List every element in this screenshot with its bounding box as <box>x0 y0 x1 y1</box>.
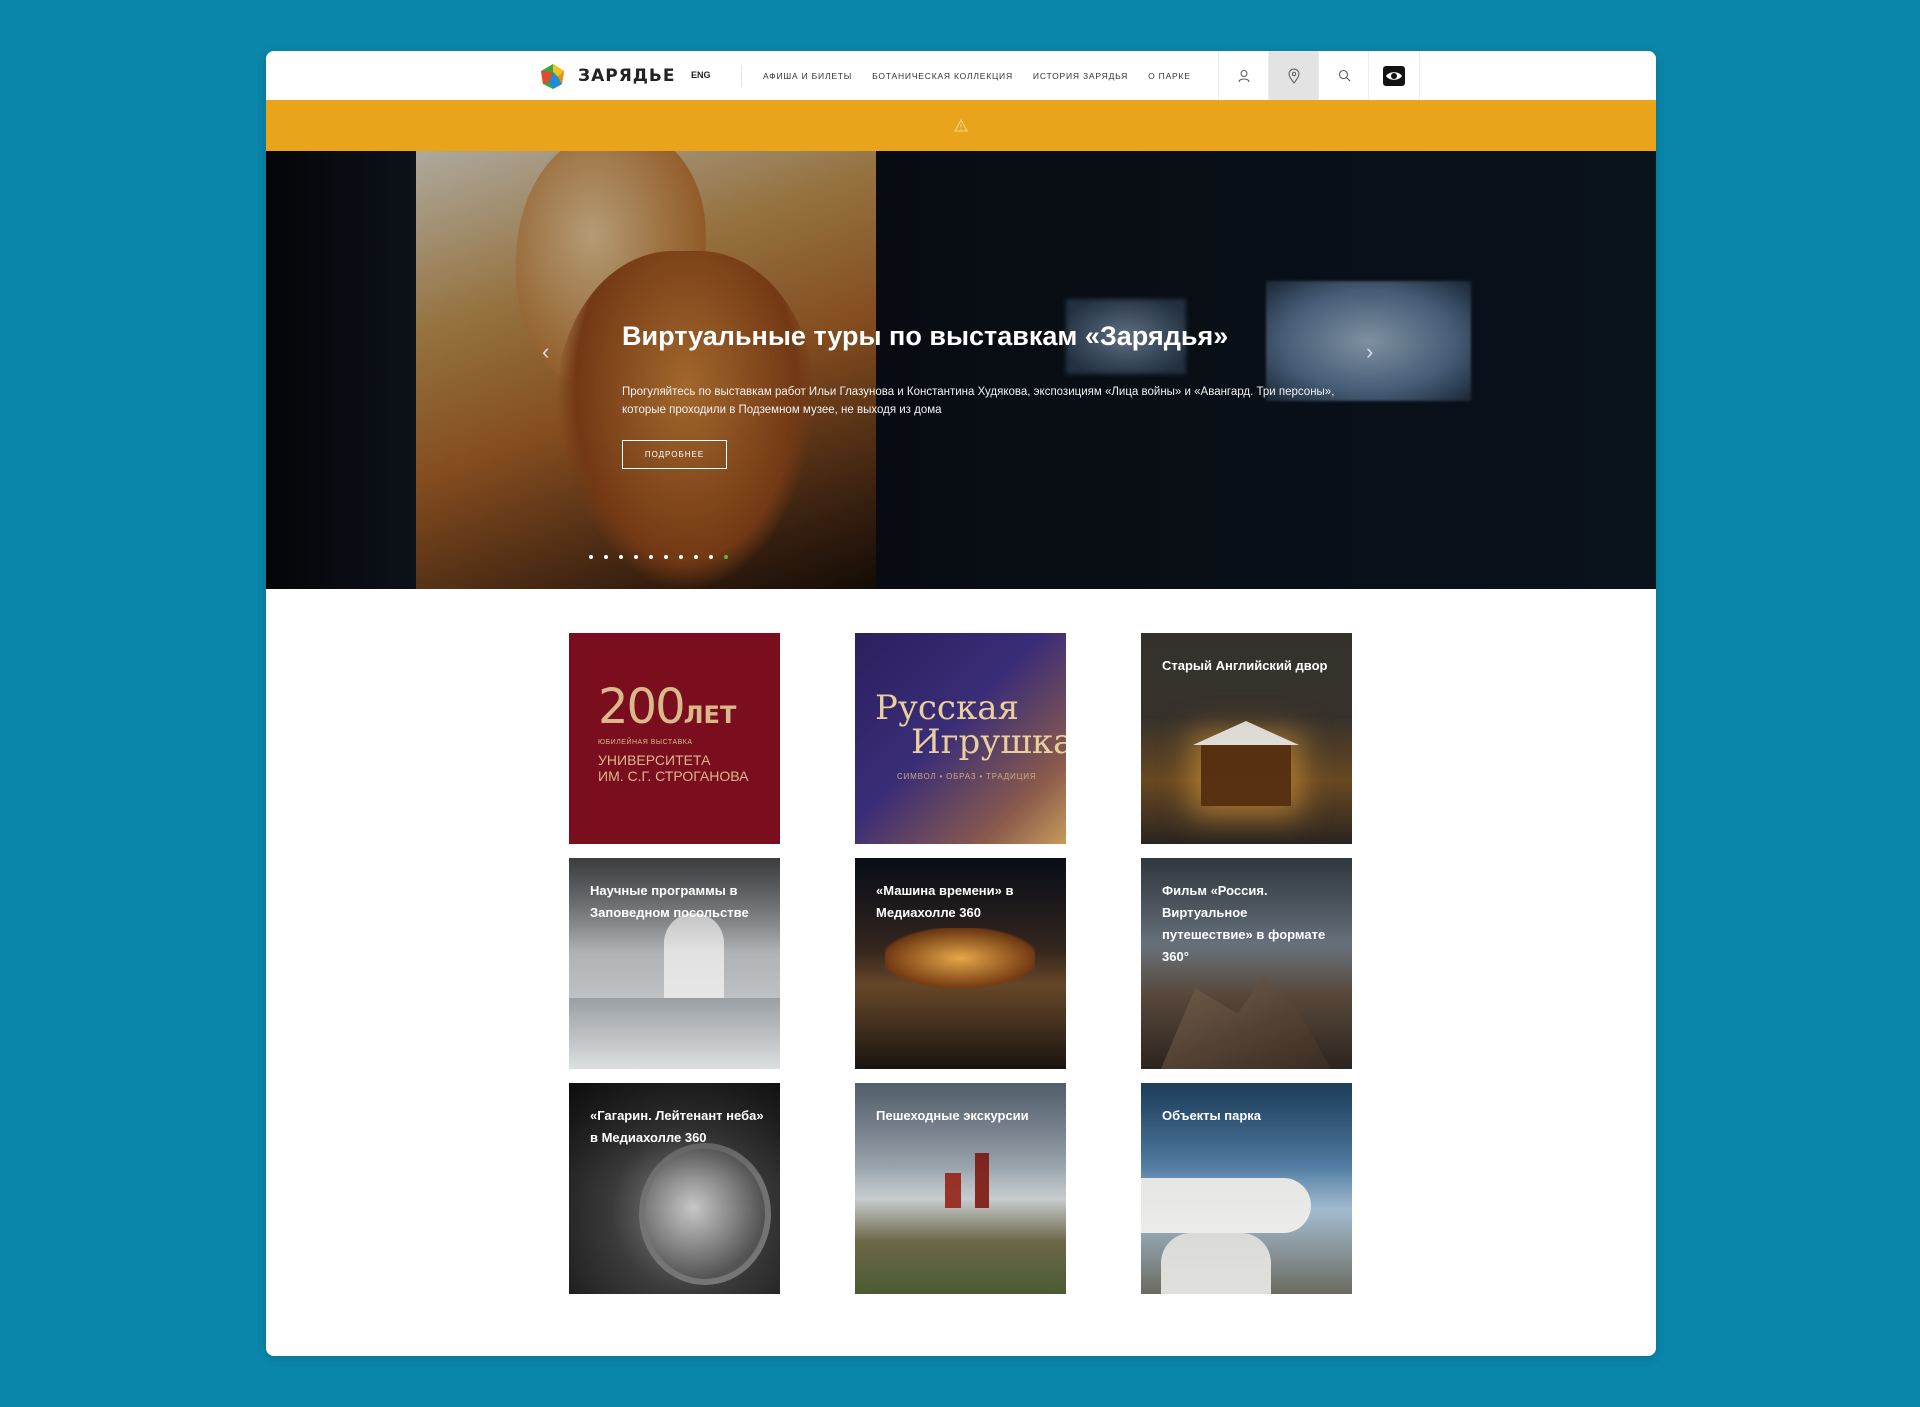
search-icon <box>1338 69 1350 82</box>
slider-dot[interactable] <box>709 555 713 559</box>
nav-item-botanical[interactable]: БОТАНИЧЕСКАЯ КОЛЛЕКЦИЯ <box>872 71 1013 81</box>
site-header: ЗАРЯДЬЕ ENG АФИША И БИЛЕТЫ БОТАНИЧЕСКАЯ … <box>266 51 1656 101</box>
tile-title: «Машина времени» в Медиахолле 360 <box>876 883 1014 920</box>
tile-title: Пешеходные экскурсии <box>876 1108 1029 1123</box>
tile-art-small: ЮБИЛЕЙНАЯ ВЫСТАВКА <box>598 739 693 746</box>
slider-dot[interactable] <box>649 555 653 559</box>
tile-science-programs[interactable]: Научные программы в Заповедном посольств… <box>569 858 780 1069</box>
browser-window: ЗАРЯДЬЕ ENG АФИША И БИЛЕТЫ БОТАНИЧЕСКАЯ … <box>266 51 1656 1356</box>
slider-dot[interactable] <box>619 555 623 559</box>
hero-title: Виртуальные туры по выставкам «Зарядья» <box>622 321 1229 351</box>
tile-title: Фильм «Россия. Виртуальное путешествие» … <box>1162 883 1326 964</box>
tile-time-machine[interactable]: «Машина времени» в Медиахолле 360 <box>855 858 1066 1069</box>
account-button[interactable] <box>1218 51 1269 100</box>
accessibility-button[interactable] <box>1368 51 1420 100</box>
hero-more-button[interactable]: подробнее <box>622 440 727 469</box>
tile-russia-film[interactable]: Фильм «Россия. Виртуальное путешествие» … <box>1141 858 1352 1069</box>
tile-art-line2: Игрушка <box>911 722 1066 762</box>
tile-art-suffix: ЛЕТ <box>683 701 737 729</box>
slider-dot[interactable] <box>679 555 683 559</box>
main-nav: АФИША И БИЛЕТЫ БОТАНИЧЕСКАЯ КОЛЛЕКЦИЯ ИС… <box>763 71 1191 81</box>
accessibility-eye-icon <box>1383 65 1405 86</box>
hero-prev-arrow[interactable]: ‹ <box>542 339 549 365</box>
map-pin-icon <box>1288 68 1300 84</box>
language-switch[interactable]: ENG <box>691 70 711 80</box>
tile-title: «Гагарин. Лейтенант неба» в Медиахолле 3… <box>590 1108 764 1145</box>
tile-art-line1: УНИВЕРСИТЕТА <box>598 752 711 768</box>
slider-dot[interactable] <box>604 555 608 559</box>
hero-next-arrow[interactable]: › <box>1366 339 1373 365</box>
tile-old-english-yard[interactable]: Старый Английский двор <box>1141 633 1352 844</box>
user-icon <box>1238 69 1250 82</box>
slider-dot[interactable] <box>589 555 593 559</box>
tile-art-number: 200 <box>598 679 686 735</box>
logo-icon <box>541 64 564 89</box>
warning-icon <box>954 119 968 132</box>
tile-art-line2: ИМ. С.Г. СТРОГАНОВА <box>598 768 749 784</box>
tile-stroganov-exhibition[interactable]: 200ЛЕТ ЮБИЛЕЙНАЯ ВЫСТАВКА УНИВЕРСИТЕТА И… <box>569 633 780 844</box>
tile-title: Старый Английский двор <box>1162 658 1328 673</box>
slider-dot-active[interactable] <box>724 555 728 559</box>
slider-dot[interactable] <box>694 555 698 559</box>
tile-title: Объекты парка <box>1162 1108 1262 1123</box>
logo[interactable]: ЗАРЯДЬЕ <box>538 63 676 89</box>
slider-dot[interactable] <box>664 555 668 559</box>
nav-item-tickets[interactable]: АФИША И БИЛЕТЫ <box>763 71 852 81</box>
search-button[interactable] <box>1318 51 1369 100</box>
hero-slider: ‹ › Виртуальные туры по выставкам «Заряд… <box>266 151 1656 589</box>
tile-art-line1: Русская <box>875 688 1019 728</box>
nav-item-about[interactable]: О ПАРКЕ <box>1148 71 1191 81</box>
tile-title: Научные программы в Заповедном посольств… <box>590 883 749 920</box>
hero-description: Прогуляйтесь по выставкам работ Ильи Гла… <box>622 386 1335 416</box>
map-button[interactable] <box>1268 51 1319 100</box>
tile-russian-toy[interactable]: Русская Игрушка СИМВОЛ • ОБРАЗ • ТРАДИЦИ… <box>855 633 1066 844</box>
tile-gagarin[interactable]: «Гагарин. Лейтенант неба» в Медиахолле 3… <box>569 1083 780 1294</box>
tile-art-small: СИМВОЛ • ОБРАЗ • ТРАДИЦИЯ <box>897 772 1037 781</box>
nav-item-history[interactable]: ИСТОРИЯ ЗАРЯДЬЯ <box>1033 71 1128 81</box>
alert-bar[interactable] <box>266 100 1656 151</box>
slider-dot[interactable] <box>634 555 638 559</box>
tile-walking-tours[interactable]: Пешеходные экскурсии <box>855 1083 1066 1294</box>
header-divider <box>741 65 742 87</box>
logo-text: ЗАРЯДЬЕ <box>578 66 676 86</box>
tile-park-objects[interactable]: Объекты парка <box>1141 1083 1352 1294</box>
hero-overlay <box>266 151 1656 589</box>
slider-dots <box>589 555 728 559</box>
